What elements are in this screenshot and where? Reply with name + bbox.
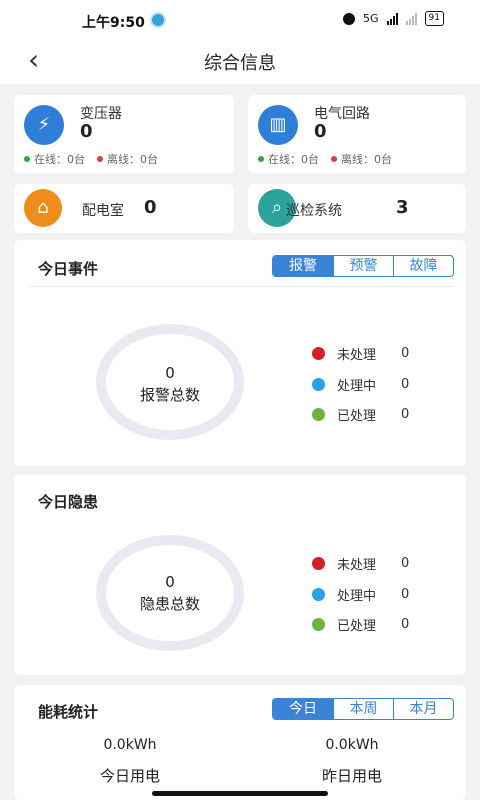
events-ring [96, 324, 244, 440]
legend-label: 未处理 [337, 348, 377, 363]
battery-icon: 91 [424, 11, 444, 26]
legend-value: 0 [401, 346, 410, 361]
alarm-icon [343, 12, 356, 25]
events-title: 今日事件 [38, 260, 99, 278]
signal-secondary-icon [405, 12, 417, 25]
hazards-legend-unhandled: 未处理 0 [312, 554, 421, 573]
hazards-total-value: 0 [165, 573, 175, 591]
tab-warning[interactable]: 预警 [333, 256, 393, 276]
transformer-card[interactable]: ⚡ 变压器 0 在线：0台 离线：0台 [14, 95, 234, 173]
status-indicators: 5G 91 [343, 11, 444, 26]
legend-label: 已处理 [337, 619, 377, 634]
home-icon: ⌂ [24, 189, 62, 227]
legend-dot [312, 408, 325, 421]
distribution-room-count: 0 [144, 197, 157, 218]
transformer-status: 在线：0台 离线：0台 [24, 151, 158, 167]
legend-dot [312, 378, 325, 391]
legend-dot [312, 347, 325, 360]
status-bar: 上午9:50 5G 91 [0, 0, 480, 40]
today-hazards-card: 今日隐患 0 隐患总数 未处理 0 处理中 0 已处理 0 [14, 475, 466, 675]
energy-stats-card: 能耗统计 今日 本周 本月 0.0kWh 0.0kWh 今日用电 昨日用电 [14, 685, 466, 800]
legend-dot [312, 557, 325, 570]
legend-label: 已处理 [337, 409, 377, 424]
legend-value: 0 [401, 617, 410, 632]
today-usage-value: 0.0kWh [103, 737, 157, 753]
circuit-label: 电气回路 [314, 106, 370, 122]
circuit-status: 在线：0台 离线：0台 [258, 151, 392, 167]
legend-dot [312, 588, 325, 601]
hazards-total-label: 隐患总数 [139, 595, 200, 613]
legend-value: 0 [401, 587, 410, 602]
energy-tab-group: 今日 本周 本月 [272, 698, 454, 720]
nav-bar: ‹ 综合信息 [0, 40, 480, 84]
online-dot [258, 156, 264, 162]
events-legend-unhandled: 未处理 0 [312, 344, 421, 363]
circuit-count: 0 [314, 121, 327, 142]
circuit-offline: 离线：0台 [341, 153, 392, 166]
events-legend-handled: 已处理 0 [312, 405, 421, 424]
patrol-system-label: 巡检系统 [286, 203, 342, 219]
events-total-label: 报警总数 [139, 386, 200, 404]
transformer-count: 0 [80, 121, 93, 142]
offline-dot [97, 156, 103, 162]
legend-label: 处理中 [337, 379, 377, 394]
tab-this-week[interactable]: 本周 [333, 699, 393, 719]
yesterday-usage-value: 0.0kWh [325, 737, 379, 753]
legend-label: 处理中 [337, 589, 377, 604]
online-dot [24, 156, 30, 162]
distribution-room-card[interactable]: ⌂ 配电室 0 [14, 184, 234, 233]
circuit-online: 在线：0台 [268, 153, 319, 166]
status-time: 上午9:50 [82, 15, 145, 31]
transformer-online: 在线：0台 [34, 153, 85, 166]
legend-value: 0 [401, 556, 410, 571]
legend-label: 未处理 [337, 558, 377, 573]
events-legend-processing: 处理中 0 [312, 375, 421, 394]
circuit-icon: ▥ [258, 105, 298, 145]
hazards-legend-processing: 处理中 0 [312, 585, 421, 604]
events-divider [28, 286, 454, 287]
today-events-card: 今日事件 报警 预警 故障 0 报警总数 未处理 0 处理中 0 已处理 0 [14, 240, 466, 466]
hazards-legend-handled: 已处理 0 [312, 615, 421, 634]
distribution-room-label: 配电室 [82, 203, 124, 219]
transformer-icon: ⚡ [24, 105, 64, 145]
yesterday-usage-label: 昨日用电 [321, 767, 382, 785]
home-indicator[interactable] [152, 791, 328, 796]
energy-title: 能耗统计 [38, 703, 99, 721]
page-title: 综合信息 [204, 53, 276, 74]
circuit-card[interactable]: ▥ 电气回路 0 在线：0台 离线：0台 [248, 95, 466, 173]
patrol-system-count: 3 [396, 197, 409, 218]
hazards-title: 今日隐患 [38, 493, 99, 511]
app-notification-icon [150, 12, 166, 28]
transformer-offline: 离线：0台 [107, 153, 158, 166]
tab-today[interactable]: 今日 [273, 699, 333, 719]
tab-this-month[interactable]: 本月 [393, 699, 453, 719]
tab-fault[interactable]: 故障 [393, 256, 453, 276]
signal-icon [386, 12, 398, 25]
legend-value: 0 [401, 377, 410, 392]
offline-dot [331, 156, 337, 162]
today-usage-label: 今日用电 [99, 767, 160, 785]
patrol-system-card[interactable]: ⌕ 巡检系统 3 [248, 184, 466, 233]
network-type: 5G [363, 12, 379, 25]
legend-dot [312, 618, 325, 631]
transformer-label: 变压器 [80, 106, 122, 122]
events-total-value: 0 [165, 364, 175, 382]
tab-alarm[interactable]: 报警 [273, 256, 333, 276]
events-tab-group: 报警 预警 故障 [272, 255, 454, 277]
legend-value: 0 [401, 407, 410, 422]
